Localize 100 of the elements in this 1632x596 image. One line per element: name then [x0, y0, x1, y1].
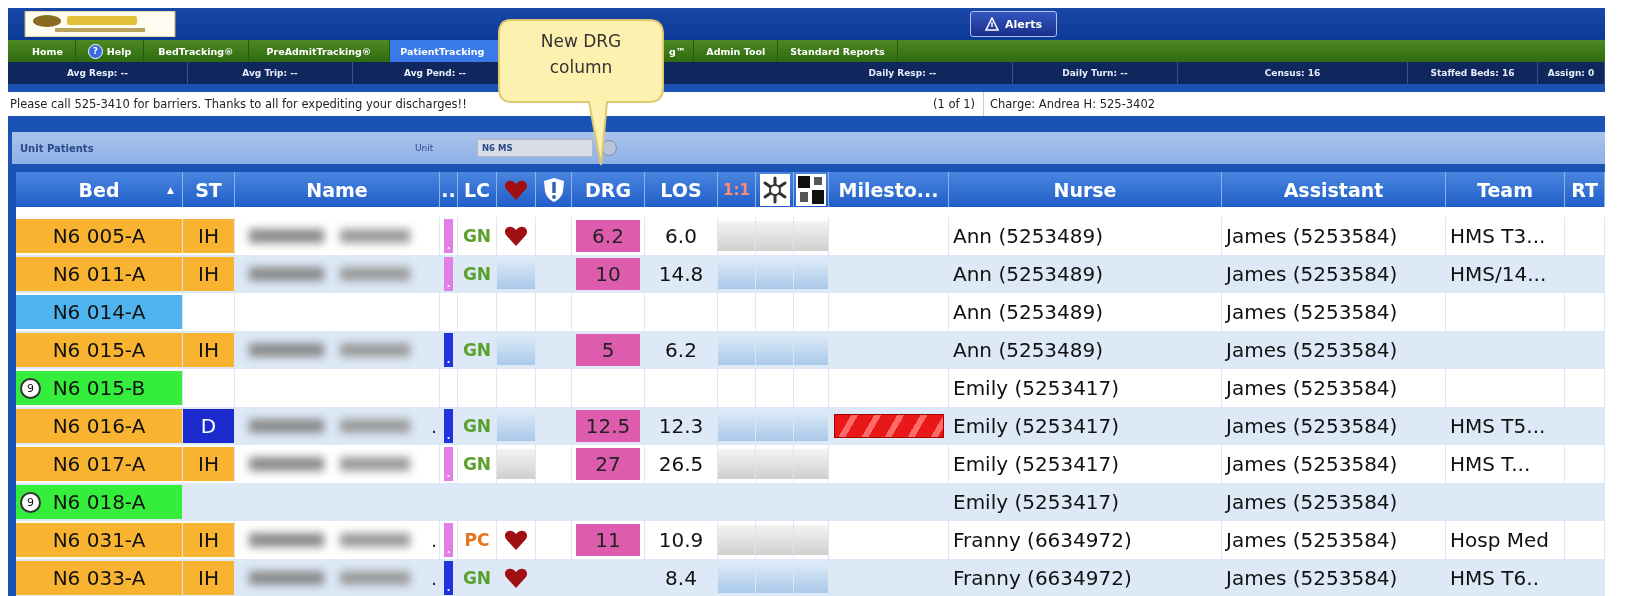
team-cell: HMS/14...: [1450, 262, 1547, 286]
team-cell: HMS T3...: [1450, 224, 1546, 248]
bed-label: N6 017-A: [52, 452, 146, 476]
bed-cell[interactable]: N6 011-A: [16, 257, 182, 291]
status-marker: .: [444, 447, 453, 481]
stat-cell: Census: 16: [1178, 62, 1408, 84]
assistant-cell: James (5253584): [1226, 566, 1398, 590]
drg-cell: 12.5: [576, 410, 640, 442]
bed-cell[interactable]: N6 016-A: [16, 409, 182, 443]
panel-title: Unit Patients: [19, 142, 95, 154]
bed-cell[interactable]: N6 005-A: [16, 219, 182, 253]
los-cell: 10.9: [658, 528, 704, 552]
los-cell: 14.8: [658, 262, 704, 286]
team-cell: HMS T5...: [1450, 414, 1546, 438]
charge-text: Charge: Andrea H: 525-3402: [989, 97, 1156, 111]
sort-icon: ▲: [167, 184, 174, 195]
assistant-cell: James (5253584): [1226, 452, 1398, 476]
bed-label: N6 033-A: [52, 566, 146, 590]
level-of-care: GN: [462, 226, 492, 246]
stat-cell: Daily Resp: --: [793, 62, 1013, 84]
los-cell: 8.4: [665, 566, 697, 590]
status-marker: .: [444, 257, 453, 291]
level-of-care: PC: [464, 530, 490, 550]
drg-cell: 11: [576, 524, 640, 556]
alerts-button[interactable]: Alerts: [970, 11, 1057, 37]
los-cell: 12.3: [658, 414, 704, 438]
number-badge: 9: [20, 491, 41, 513]
bed-label: N6 018-A: [52, 490, 146, 514]
level-of-care: GN: [462, 264, 492, 284]
nurse-cell: Franny (6634972): [953, 528, 1132, 552]
nurse-cell: Ann (5253489): [953, 224, 1104, 248]
alert-shield-icon: [542, 176, 565, 203]
stat-cell: Avg Trip: --: [188, 62, 353, 84]
nurse-cell: Ann (5253489): [953, 338, 1104, 362]
status-marker: .: [444, 561, 453, 595]
nurse-cell: Emily (5253417): [953, 376, 1120, 400]
number-badge: 9: [20, 377, 41, 399]
name-ellipsis: .: [431, 415, 437, 437]
nurse-cell: Ann (5253489): [953, 300, 1104, 324]
level-of-care: GN: [462, 340, 492, 360]
bed-cell[interactable]: N6 017-A: [16, 447, 182, 481]
unit-field[interactable]: N6 MS: [477, 139, 593, 157]
unit-label: Unit: [415, 143, 435, 153]
team-cell: Hosp Med: [1450, 528, 1549, 552]
stat-cell: Avg Resp: --: [8, 62, 188, 84]
assistant-cell: James (5253584): [1226, 224, 1398, 248]
status-cell: IH: [183, 257, 234, 291]
status-cell: IH: [183, 561, 234, 595]
status-cell: IH: [183, 447, 234, 481]
assistant-cell: James (5253584): [1226, 414, 1398, 438]
message-text: Please call 525-3410 for barriers. Thanks to all for expediting your discharges!!: [9, 97, 468, 111]
los-cell: 6.2: [665, 338, 697, 362]
status-marker: .: [444, 409, 453, 443]
nurse-cell: Ann (5253489): [953, 262, 1104, 286]
stat-cell: Daily Turn: --: [1013, 62, 1178, 84]
status-cell: IH: [183, 333, 234, 367]
bed-label: N6 011-A: [52, 262, 146, 286]
status-marker: .: [444, 219, 453, 253]
status-marker: .: [444, 523, 453, 557]
bed-label: N6 014-A: [52, 300, 146, 324]
los-cell: 26.5: [658, 452, 704, 476]
callout-text: New DRG column: [539, 30, 623, 79]
bed-cell[interactable]: 9 N6 018-A: [16, 485, 182, 519]
bed-label: N6 015-B: [52, 376, 146, 400]
name-ellipsis: .: [431, 529, 437, 551]
nurse-cell: Emily (5253417): [953, 490, 1120, 514]
bed-cell[interactable]: N6 031-A: [16, 523, 182, 557]
assistant-cell: James (5253584): [1226, 262, 1398, 286]
nurse-cell: Emily (5253417): [953, 414, 1120, 438]
status-cell: IH: [183, 523, 234, 557]
assistant-cell: James (5253584): [1226, 338, 1398, 362]
assistant-cell: James (5253584): [1226, 300, 1398, 324]
assistant-cell: James (5253584): [1226, 528, 1398, 552]
bed-cell[interactable]: N6 033-A: [16, 561, 182, 595]
drg-cell: 5: [576, 334, 640, 366]
bed-label: N6 005-A: [52, 224, 146, 248]
stat-cell: Assign: 0: [1538, 62, 1605, 84]
bed-cell[interactable]: 9 N6 015-B: [16, 371, 182, 405]
bed-label: N6 031-A: [52, 528, 146, 552]
team-cell: HMS T...: [1450, 452, 1531, 476]
level-of-care: GN: [462, 568, 492, 588]
nurse-cell: Franny (6634972): [953, 566, 1132, 590]
name-ellipsis: .: [431, 567, 437, 589]
stat-cell: Staffed Beds: 16: [1408, 62, 1538, 84]
bed-label: N6 015-A: [52, 338, 146, 362]
pager-text: (1 of 1): [895, 92, 984, 116]
status-marker: .: [444, 333, 453, 367]
drg-cell: 27: [576, 448, 640, 480]
team-cell: HMS T6..: [1450, 566, 1539, 590]
bed-cell[interactable]: N6 014-A: [16, 295, 182, 329]
bed-cell[interactable]: N6 015-A: [16, 333, 182, 367]
heart-icon: [504, 178, 528, 201]
status-cell: IH: [183, 219, 234, 253]
level-of-care: GN: [462, 416, 492, 436]
status-cell: D: [183, 409, 234, 443]
nurse-cell: Emily (5253417): [953, 452, 1120, 476]
help-icon: ?: [87, 43, 103, 59]
drg-cell: 10: [576, 258, 640, 290]
drg-cell: 6.2: [576, 220, 640, 252]
assistant-cell: James (5253584): [1226, 490, 1398, 514]
